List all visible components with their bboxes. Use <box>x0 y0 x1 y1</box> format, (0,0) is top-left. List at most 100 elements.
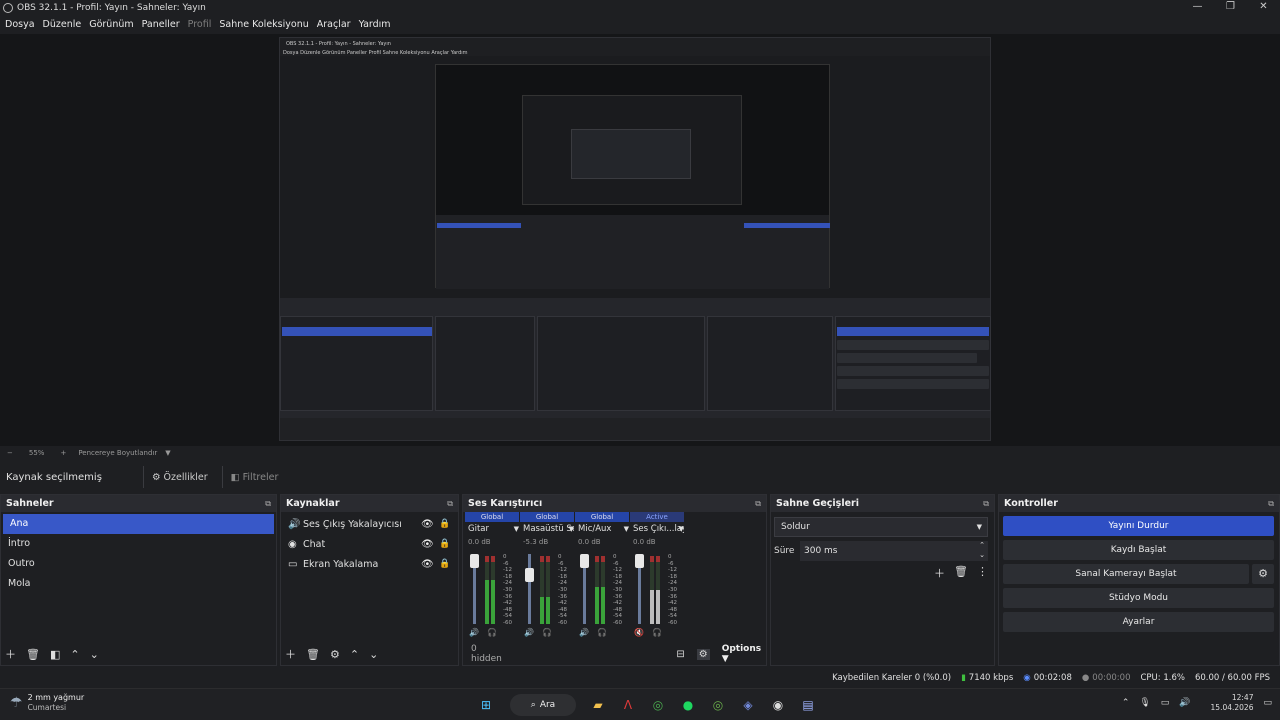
source-item[interactable]: ◉ Chat 👁 🔒 <box>281 534 458 554</box>
stop-stream-button[interactable]: Yayını Durdur <box>1003 516 1274 536</box>
scene-item[interactable]: İntro <box>1 534 276 554</box>
speaker-icon[interactable]: 🔊 <box>524 628 534 637</box>
trash-icon[interactable]: 🗑 <box>954 565 968 581</box>
settings-button[interactable]: Ayarlar <box>1003 612 1274 632</box>
trash-icon[interactable]: 🗑 <box>306 648 320 661</box>
menu-tools[interactable]: Araçlar <box>317 19 351 30</box>
volume-fader[interactable] <box>525 554 534 624</box>
volume-fader[interactable] <box>580 554 589 624</box>
chrome-icon[interactable]: ◎ <box>646 693 670 717</box>
start-icon[interactable]: ⊞ <box>474 693 498 717</box>
eye-icon[interactable]: 👁 <box>421 559 434 570</box>
undock-icon[interactable]: ⧉ <box>265 499 271 509</box>
eye-icon[interactable]: 👁 <box>421 539 434 550</box>
fader-knob[interactable] <box>580 554 589 568</box>
gear-icon[interactable]: ⚙ <box>330 648 340 661</box>
discord-icon[interactable]: ◈ <box>736 693 760 717</box>
scene-item[interactable]: Ana <box>3 514 274 534</box>
menu-profile[interactable]: Profil <box>188 19 212 30</box>
undock-icon[interactable]: ⧉ <box>983 499 989 509</box>
move-up-icon[interactable]: ⌃ <box>70 648 79 661</box>
fader-knob[interactable] <box>470 554 479 568</box>
volume-icon[interactable]: 🔊 <box>1179 698 1190 708</box>
lock-icon[interactable]: 🔒 <box>439 539 450 549</box>
volume-fader[interactable] <box>470 554 479 624</box>
lock-icon[interactable]: 🔒 <box>439 559 450 569</box>
obs-icon[interactable]: ◉ <box>766 693 790 717</box>
spotify-icon[interactable]: ● <box>676 693 700 717</box>
channel-name[interactable]: Mic/Aux ▼ <box>575 522 629 536</box>
channel-name[interactable]: Gitar ▼ <box>465 522 519 536</box>
chrome-profile-icon[interactable]: ◎ <box>706 693 730 717</box>
headphones-icon[interactable]: 🎧 <box>597 628 607 637</box>
muted-speaker-icon[interactable]: 🔇 <box>634 628 644 637</box>
add-source-icon[interactable]: ＋ <box>285 646 296 662</box>
virtual-camera-button[interactable]: Sanal Kamerayı Başlat <box>1003 564 1249 584</box>
microphone-icon[interactable]: 🎙 <box>1139 698 1150 708</box>
fader-knob[interactable] <box>635 554 644 568</box>
chevron-up-icon[interactable]: ⌃ <box>1122 698 1130 708</box>
source-item[interactable]: 🔊 Ses Çıkış Yakalayıcısı 👁 🔒 <box>281 514 458 534</box>
layout-icon[interactable]: ⊟ <box>676 649 684 660</box>
add-scene-icon[interactable]: ＋ <box>5 646 16 662</box>
add-icon[interactable]: ＋ <box>934 565 945 581</box>
chevron-down-icon[interactable]: ▼ <box>679 522 684 536</box>
undock-icon[interactable]: ⧉ <box>755 499 761 509</box>
move-down-icon[interactable]: ⌄ <box>369 648 378 661</box>
gear-icon[interactable]: ⚙ <box>1252 564 1274 584</box>
menu-edit[interactable]: Düzenle <box>43 19 82 30</box>
hidden-count[interactable]: 0 hidden <box>471 644 506 664</box>
menu-docks[interactable]: Paneller <box>142 19 180 30</box>
studio-mode-button[interactable]: Stüdyo Modu <box>1003 588 1274 608</box>
zoom-out-button[interactable]: − <box>7 449 13 457</box>
headphones-icon[interactable]: 🎧 <box>487 628 497 637</box>
options-button[interactable]: Options ▼ <box>722 644 766 664</box>
app-icon[interactable]: ▤ <box>796 693 820 717</box>
speaker-icon[interactable]: 🔊 <box>469 628 479 637</box>
spin-arrows-icon[interactable]: ⌃ ⌄ <box>979 540 985 560</box>
duration-spinbox[interactable]: 300 ms ⌃ ⌄ <box>800 541 988 561</box>
headphones-icon[interactable]: 🎧 <box>652 628 662 637</box>
channel-name[interactable]: Masaüstü Ses▼ <box>520 522 574 536</box>
headphones-icon[interactable]: 🎧 <box>542 628 552 637</box>
menu-help[interactable]: Yardım <box>359 19 391 30</box>
filters-icon[interactable]: ◧ <box>50 648 60 661</box>
lock-icon[interactable]: 🔒 <box>439 519 450 529</box>
chevron-down-icon[interactable]: ▼ <box>165 449 170 457</box>
file-explorer-icon[interactable]: ▰ <box>586 693 610 717</box>
menu-view[interactable]: Görünüm <box>89 19 133 30</box>
channel-name[interactable]: Ses Çıkı...layıcısı▼ <box>630 522 684 536</box>
volume-fader[interactable] <box>635 554 644 624</box>
taskbar-search[interactable]: ⌕ Ara <box>510 694 576 716</box>
start-record-button[interactable]: Kaydı Başlat <box>1003 540 1274 560</box>
zoom-fit-dropdown[interactable]: Pencereye Boyutlandır <box>78 449 157 457</box>
undock-icon[interactable]: ⧉ <box>1268 499 1274 509</box>
properties-button[interactable]: ⚙ Özellikler <box>143 466 216 488</box>
speaker-icon[interactable]: 🔊 <box>579 628 589 637</box>
clock[interactable]: 12:47 15.04.2026 <box>1201 693 1254 713</box>
eye-icon[interactable]: 👁 <box>421 519 434 530</box>
menu-file[interactable]: Dosya <box>5 19 35 30</box>
weather-widget[interactable]: ☂ 2 mm yağmur Cumartesi <box>10 693 84 713</box>
maximize-button[interactable]: ❐ <box>1214 0 1247 16</box>
gear-icon[interactable]: ⚙ <box>696 648 710 660</box>
network-icon[interactable]: ▭ <box>1161 698 1170 708</box>
notification-icon[interactable]: ▭ <box>1263 698 1272 708</box>
move-up-icon[interactable]: ⌃ <box>350 648 359 661</box>
trash-icon[interactable]: 🗑 <box>26 648 40 661</box>
scene-item[interactable]: Outro <box>1 554 276 574</box>
adobe-app-icon[interactable]: Λ <box>616 693 640 717</box>
transition-select[interactable]: Soldur ▼ <box>774 517 988 537</box>
source-item[interactable]: ▭ Ekran Yakalama 👁 🔒 <box>281 554 458 574</box>
chevron-down-icon[interactable]: ▼ <box>514 522 519 536</box>
zoom-in-button[interactable]: + <box>60 449 66 457</box>
undock-icon[interactable]: ⧉ <box>447 499 453 509</box>
fader-knob[interactable] <box>525 568 534 582</box>
minimize-button[interactable]: — <box>1181 0 1214 16</box>
chevron-down-icon[interactable]: ▼ <box>569 522 574 536</box>
chevron-down-icon[interactable]: ▼ <box>624 522 629 536</box>
move-down-icon[interactable]: ⌄ <box>90 648 99 661</box>
scene-item[interactable]: Mola <box>1 574 276 594</box>
filters-button[interactable]: ◧ Filtreler <box>221 466 287 488</box>
close-button[interactable]: ✕ <box>1247 0 1280 16</box>
